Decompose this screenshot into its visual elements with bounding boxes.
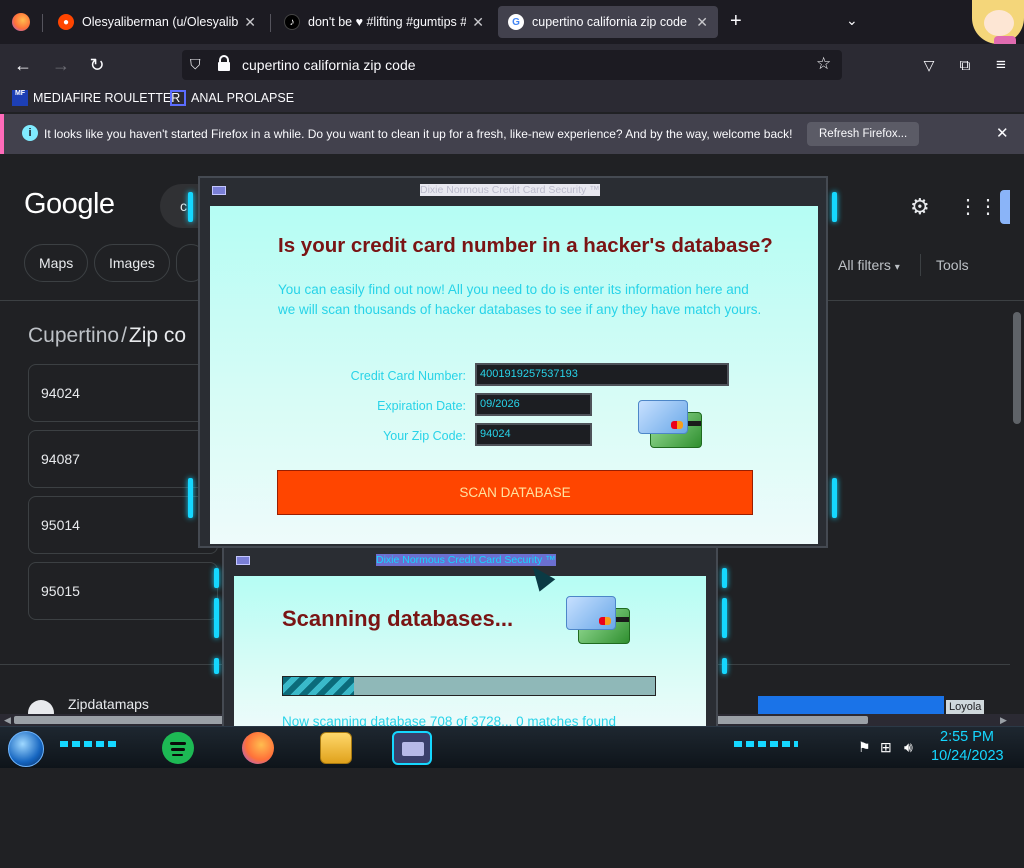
zip-row[interactable]: 94024 bbox=[28, 364, 218, 422]
credit-card-security-window[interactable]: Dixie Normous Credit Card Security ™ Is … bbox=[188, 176, 837, 548]
chip-maps[interactable]: Maps bbox=[24, 244, 89, 282]
tracking-protection-icon[interactable]: ⛉ bbox=[190, 56, 201, 73]
map-thumbnail-label: Loyola bbox=[946, 700, 985, 714]
forward-icon[interactable]: → bbox=[48, 52, 74, 78]
expiration-field[interactable]: 09/2026 bbox=[475, 393, 592, 416]
tab-title: cupertino california zip code - ( bbox=[532, 15, 691, 29]
refresh-notification-bar: i It looks like you haven't started Fire… bbox=[0, 114, 1024, 154]
zip-value: 94087 bbox=[41, 451, 80, 467]
scanning-window[interactable]: Dixie Normous Credit Card Security ™ Sca… bbox=[214, 546, 727, 732]
network-icon[interactable]: ⊞ bbox=[880, 739, 892, 756]
chevron-down-icon: ▾ bbox=[894, 262, 900, 273]
url-text: cupertino california zip code bbox=[242, 57, 416, 73]
bookmark-star-icon[interactable]: ☆ bbox=[816, 54, 831, 74]
bookmark-label: ANAL PROLAPSE bbox=[191, 91, 295, 105]
mediafire-icon: MF bbox=[12, 90, 28, 106]
scanning-heading: Scanning databases... bbox=[282, 606, 514, 631]
popup-heading: Is your credit card number in a hacker's… bbox=[278, 234, 773, 257]
apps-grid-icon[interactable]: ⋮⋮ bbox=[958, 194, 998, 219]
flag-icon[interactable]: ⚑ bbox=[858, 739, 871, 756]
sign-in-button[interactable] bbox=[1000, 190, 1010, 224]
tab-bar: ● Olesyaliberman (u/Olesyaliberm ✕ ♪ don… bbox=[0, 0, 1024, 52]
settings-gear-icon[interactable]: ⚙ bbox=[910, 194, 930, 220]
tab-google[interactable]: G cupertino california zip code - ( ✕ bbox=[498, 6, 718, 38]
bookmark-mediafire[interactable]: MF MEDIAFIRE ROULETTER bbox=[12, 90, 180, 106]
heading-city[interactable]: Cupertino bbox=[28, 324, 119, 347]
zip-value: 95014 bbox=[41, 517, 80, 533]
list-all-tabs-icon[interactable]: ⌄ bbox=[846, 12, 858, 29]
bookmark-second[interactable]: ANAL PROLAPSE bbox=[170, 90, 294, 106]
zip-row[interactable]: 95015 bbox=[28, 562, 218, 620]
progress-fill bbox=[283, 677, 354, 695]
result-site-name[interactable]: Zipdatamaps bbox=[68, 696, 149, 712]
expiration-label: Expiration Date: bbox=[377, 399, 466, 413]
close-tab-icon[interactable]: ✕ bbox=[472, 14, 484, 31]
window-title: Dixie Normous Credit Card Security ™ bbox=[420, 184, 600, 196]
all-filters-button[interactable]: All filters ▾ bbox=[838, 257, 900, 273]
zip-value: 94024 bbox=[41, 385, 80, 401]
lock-icon[interactable] bbox=[218, 55, 230, 71]
refresh-firefox-button[interactable]: Refresh Firefox... bbox=[807, 122, 920, 146]
spotify-icon[interactable] bbox=[162, 732, 194, 764]
card-number-label: Credit Card Number: bbox=[350, 369, 466, 383]
menu-icon[interactable]: ≡ bbox=[988, 52, 1014, 78]
pocket-icon[interactable]: ▽ bbox=[916, 52, 942, 78]
zip-value: 95015 bbox=[41, 583, 80, 599]
heading-separator: / bbox=[121, 324, 127, 347]
scanning-content: Scanning databases... Now scanning datab… bbox=[234, 576, 706, 732]
google-icon: G bbox=[508, 14, 524, 30]
notification-message: It looks like you haven't started Firefo… bbox=[44, 127, 793, 141]
chip-images[interactable]: Images bbox=[94, 244, 170, 282]
firefox-icon[interactable] bbox=[242, 732, 274, 764]
window-title: Dixie Normous Credit Card Security ™ bbox=[376, 554, 556, 566]
firefox-menu-icon[interactable] bbox=[12, 13, 30, 31]
tab-title: Olesyaliberman (u/Olesyaliberm bbox=[82, 15, 239, 29]
reload-icon[interactable]: ↻ bbox=[84, 52, 110, 78]
back-icon[interactable]: ← bbox=[10, 52, 36, 78]
clock-time[interactable]: 2:55 PM bbox=[940, 729, 994, 745]
card-number-field[interactable]: 4001919257537193 bbox=[475, 363, 729, 386]
taskbar: ⚑ ⊞ 🔊︎ 2:55 PM 10/24/2023 bbox=[0, 726, 1024, 768]
file-explorer-icon[interactable] bbox=[320, 732, 352, 764]
popup-intro-text: You can easily find out now! All you nee… bbox=[278, 282, 762, 317]
volume-icon[interactable]: 🔊︎ bbox=[904, 739, 913, 756]
close-tab-icon[interactable]: ✕ bbox=[244, 14, 256, 31]
scan-database-button[interactable]: SCAN DATABASE bbox=[277, 470, 753, 515]
tab-reddit[interactable]: ● Olesyaliberman (u/Olesyaliberm ✕ bbox=[48, 6, 266, 38]
reddit-icon: ● bbox=[58, 14, 74, 30]
window-app-icon bbox=[212, 186, 226, 195]
info-icon: i bbox=[22, 125, 38, 141]
card-check-form: Is your credit card number in a hacker's… bbox=[210, 206, 818, 544]
clock-date[interactable]: 10/24/2023 bbox=[931, 748, 1004, 764]
credit-cards-icon bbox=[638, 400, 704, 450]
bookmarks-toolbar: MF MEDIAFIRE ROULETTER ANAL PROLAPSE bbox=[0, 86, 1024, 112]
tab-title: don't be ♥ #lifting #gumtips # bbox=[308, 15, 467, 29]
extensions-icon[interactable]: ⧉ bbox=[952, 52, 978, 78]
google-logo[interactable]: Google bbox=[24, 188, 115, 221]
new-tab-button[interactable]: + bbox=[730, 10, 742, 33]
search-input[interactable]: c bbox=[180, 198, 187, 214]
heading-topic: Zip co bbox=[128, 324, 187, 347]
map-thumbnail bbox=[758, 696, 944, 714]
credit-card-app-icon[interactable] bbox=[392, 731, 432, 765]
bookmark-icon bbox=[170, 90, 186, 106]
zip-code-label: Your Zip Code: bbox=[383, 429, 466, 443]
window-app-icon bbox=[236, 556, 250, 565]
close-icon[interactable]: ✕ bbox=[996, 124, 1009, 142]
tiktok-icon: ♪ bbox=[284, 14, 300, 30]
credit-cards-icon bbox=[566, 596, 632, 646]
bookmark-label: MEDIAFIRE ROULETTER bbox=[33, 91, 181, 105]
start-button-icon[interactable] bbox=[8, 731, 44, 767]
navigation-bar: ← → ↻ ⛉ cupertino california zip code ☆ … bbox=[0, 44, 1024, 86]
zip-code-field[interactable]: 94024 bbox=[475, 423, 592, 446]
close-tab-icon[interactable]: ✕ bbox=[696, 14, 708, 31]
all-filters-label: All filters bbox=[838, 257, 891, 273]
location-heading: Cupertino/Zip co bbox=[28, 324, 186, 348]
vertical-scrollbar[interactable] bbox=[1010, 308, 1024, 868]
address-bar[interactable]: ⛉ cupertino california zip code ☆ bbox=[182, 50, 842, 80]
scan-progress-bar bbox=[282, 676, 656, 696]
tools-button[interactable]: Tools bbox=[936, 257, 969, 273]
tab-tiktok[interactable]: ♪ don't be ♥ #lifting #gumtips # ✕ bbox=[274, 6, 494, 38]
